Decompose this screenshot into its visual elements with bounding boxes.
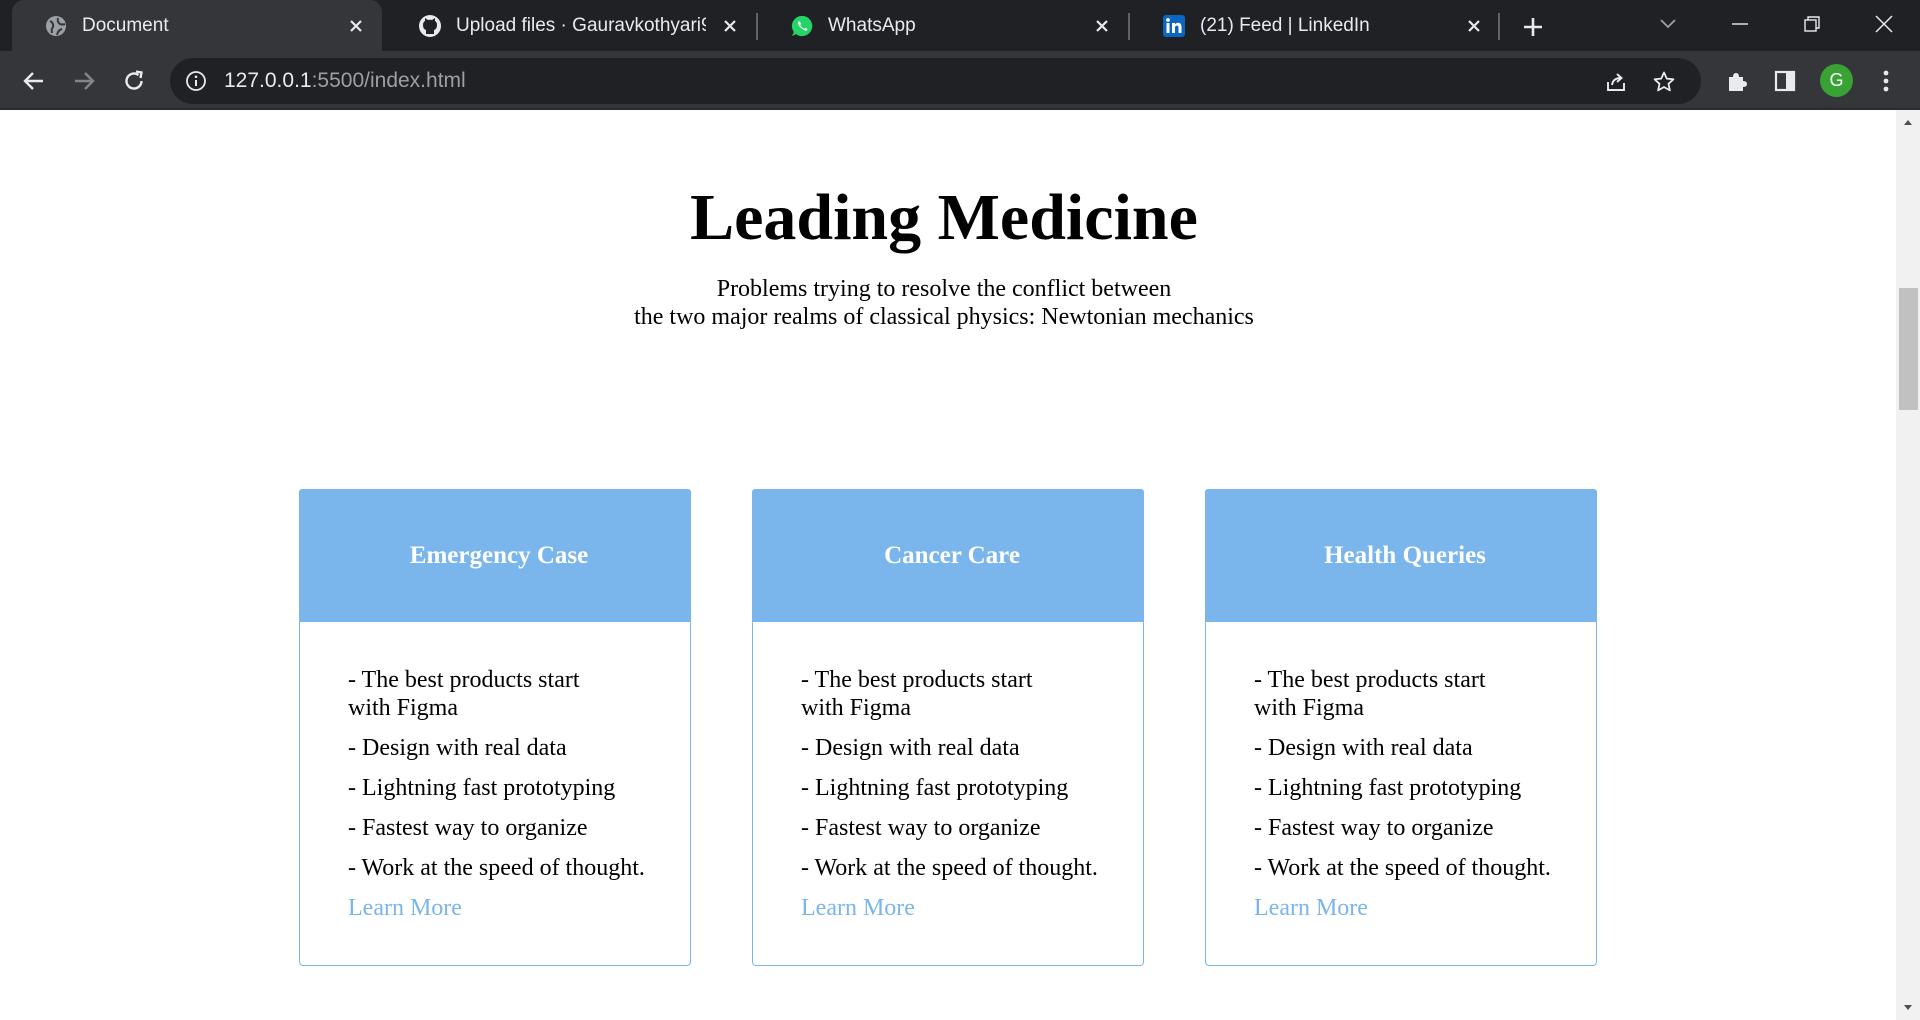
tab-linkedin[interactable]: (21) Feed | LinkedIn [1130, 0, 1500, 51]
restore-button[interactable] [1777, 0, 1847, 48]
minimize-icon [1732, 23, 1748, 25]
card-feature-item: - Design with real data [801, 735, 1020, 761]
url-host: 127.0.0.1 [224, 69, 312, 92]
card-header: Health Queries [1205, 489, 1597, 622]
extensions-button[interactable] [1719, 63, 1755, 99]
tab-separator [1498, 13, 1500, 40]
card-feature-item: - Work at the speed of thought. [1254, 855, 1551, 881]
tab-whatsapp[interactable]: WhatsApp [758, 0, 1128, 51]
scroll-down-arrow-icon[interactable] [1896, 996, 1920, 1020]
tab-document[interactable]: Document [12, 0, 382, 51]
card-body: - The best products start with Figma - D… [299, 622, 691, 966]
tab-title: (21) Feed | LinkedIn [1200, 15, 1370, 36]
globe-icon [44, 14, 68, 38]
service-card-health-queries: Health Queries - The best products start… [1205, 489, 1597, 966]
card-feature-item: - Lightning fast prototyping [348, 775, 616, 801]
restore-icon [1804, 16, 1820, 32]
page-viewport: Leading Medicine Problems trying to reso… [0, 110, 1896, 1020]
address-bar[interactable]: 127.0.0.1:5500/index.html [170, 58, 1701, 104]
tab-title: Document [82, 15, 169, 36]
url-text[interactable]: 127.0.0.1:5500/index.html [224, 69, 466, 93]
arrow-left-icon [23, 72, 43, 90]
plus-icon [1524, 18, 1542, 36]
card-body: - The best products start with Figma - D… [1205, 622, 1597, 966]
puzzle-icon [1729, 73, 1747, 91]
card-feature-item: - Lightning fast prototyping [801, 775, 1069, 801]
page-title: Leading Medicine [690, 181, 1198, 254]
learn-more-link[interactable]: Learn More [1254, 894, 1368, 922]
side-panel-icon [1774, 70, 1796, 92]
card-title: Emergency Case [409, 541, 589, 569]
browser-toolbar: 127.0.0.1:5500/index.html G [0, 51, 1920, 110]
share-icon[interactable] [1602, 68, 1630, 96]
service-card-cancer-care: Cancer Care - The best products start wi… [752, 489, 1144, 966]
card-title: Health Queries [1324, 541, 1486, 569]
tab-strip: Document Upload files · Gauravkothyari91… [0, 0, 1920, 51]
close-icon [1875, 15, 1893, 33]
card-feature-item: - Work at the speed of thought. [348, 855, 645, 881]
tab-github-upload[interactable]: Upload files · Gauravkothyari91/I [386, 0, 756, 51]
card-body: - The best products start with Figma - D… [752, 622, 1144, 966]
minimize-button[interactable] [1705, 0, 1775, 48]
page-subtitle: Problems trying to resolve the conflict … [0, 275, 1888, 331]
card-feature-item: - Fastest way to organize [348, 815, 588, 841]
card-header: Emergency Case [299, 489, 691, 622]
forward-button[interactable] [66, 63, 102, 99]
github-icon [418, 14, 442, 38]
card-title: Cancer Care [884, 541, 1020, 569]
card-feature-item: - Design with real data [1254, 735, 1473, 761]
close-tab-icon[interactable] [344, 14, 368, 38]
side-panel-button[interactable] [1767, 63, 1803, 99]
url-path: :5500/index.html [311, 69, 466, 92]
learn-more-link[interactable]: Learn More [801, 894, 915, 922]
chevron-down-icon [1660, 19, 1676, 29]
bookmark-star-icon[interactable] [1650, 68, 1678, 96]
tab-title: WhatsApp [828, 15, 916, 36]
card-feature-item: - Fastest way to organize [1254, 815, 1494, 841]
scrollbar-thumb[interactable] [1899, 288, 1918, 410]
tab-search-button[interactable] [1633, 0, 1703, 48]
card-feature-item: - The best products start with Figma [801, 667, 1033, 721]
card-feature-item: - Design with real data [348, 735, 567, 761]
service-card-emergency: Emergency Case - The best products start… [299, 489, 691, 966]
close-tab-icon[interactable] [718, 14, 742, 38]
close-window-button[interactable] [1849, 0, 1919, 48]
new-tab-button[interactable] [1518, 12, 1548, 42]
whatsapp-icon [790, 14, 814, 38]
reload-icon [125, 70, 143, 90]
kebab-menu-icon [1883, 70, 1889, 92]
close-tab-icon[interactable] [1090, 14, 1114, 38]
card-header: Cancer Care [752, 489, 1144, 622]
vertical-scrollbar[interactable] [1896, 110, 1920, 1020]
reload-button[interactable] [116, 63, 152, 99]
learn-more-link[interactable]: Learn More [348, 894, 462, 922]
arrow-right-icon [75, 72, 95, 90]
linkedin-icon [1162, 14, 1186, 38]
card-feature-item: - Work at the speed of thought. [801, 855, 1098, 881]
subtitle-line-1: Problems trying to resolve the conflict … [716, 276, 1172, 302]
profile-avatar[interactable]: G [1820, 64, 1853, 97]
card-feature-item: - Fastest way to organize [801, 815, 1041, 841]
card-feature-item: - The best products start with Figma [1254, 667, 1486, 721]
scroll-up-arrow-icon[interactable] [1896, 110, 1920, 134]
card-feature-item: - The best products start with Figma [348, 667, 580, 721]
close-tab-icon[interactable] [1462, 14, 1486, 38]
info-icon[interactable] [184, 69, 208, 93]
back-button[interactable] [16, 63, 52, 99]
subtitle-line-2: the two major realms of classical physic… [634, 304, 1254, 330]
card-feature-item: - Lightning fast prototyping [1254, 775, 1522, 801]
menu-button[interactable] [1868, 63, 1904, 99]
tab-title: Upload files · Gauravkothyari91/I [456, 15, 706, 36]
